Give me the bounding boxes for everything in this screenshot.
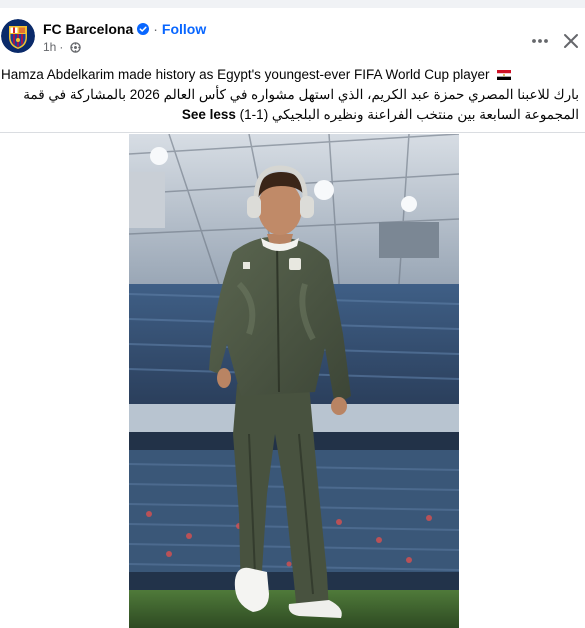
post-card: FC Barcelona · Follow 1h · Hamza Abdelka… [0, 8, 585, 628]
caption-english-line: Hamza Abdelkarim made history as Egypt's… [0, 65, 585, 85]
caption-divider [0, 132, 585, 133]
post-caption: Hamza Abdelkarim made history as Egypt's… [0, 65, 585, 125]
separator-dot: · [59, 40, 64, 54]
close-icon[interactable] [560, 30, 582, 52]
author-row: FC Barcelona · Follow [43, 21, 206, 37]
caption-arabic-text-2: المجموعة السابعة بين منتخب الفراعنة ونظي… [239, 107, 579, 122]
globe-icon[interactable] [70, 41, 82, 53]
post-header: FC Barcelona · Follow 1h · [0, 18, 585, 62]
fc-barcelona-crest-icon [1, 19, 35, 53]
player-photo-image [129, 134, 459, 628]
egypt-flag-icon [497, 70, 512, 80]
verified-badge-icon [137, 23, 150, 35]
post-timestamp[interactable]: 1h [43, 40, 56, 54]
page-avatar[interactable] [1, 19, 35, 53]
author-name[interactable]: FC Barcelona [43, 21, 133, 37]
caption-arabic-text-1: بارك للاعبنا المصري حمزة عبد الكريم، الذ… [23, 87, 579, 102]
separator-dot: · [153, 21, 158, 37]
caption-arabic-line-2: المجموعة السابعة بين منتخب الفراعنة ونظي… [0, 105, 585, 125]
follow-button[interactable]: Follow [162, 21, 206, 37]
caption-arabic-line-1: بارك للاعبنا المصري حمزة عبد الكريم، الذ… [0, 85, 585, 105]
more-options-icon[interactable] [526, 30, 554, 52]
post-photo[interactable] [129, 134, 459, 628]
post-meta: 1h · [43, 40, 82, 54]
caption-english-text: Hamza Abdelkarim made history as Egypt's… [1, 67, 490, 82]
see-less-link[interactable]: See less [182, 107, 236, 122]
